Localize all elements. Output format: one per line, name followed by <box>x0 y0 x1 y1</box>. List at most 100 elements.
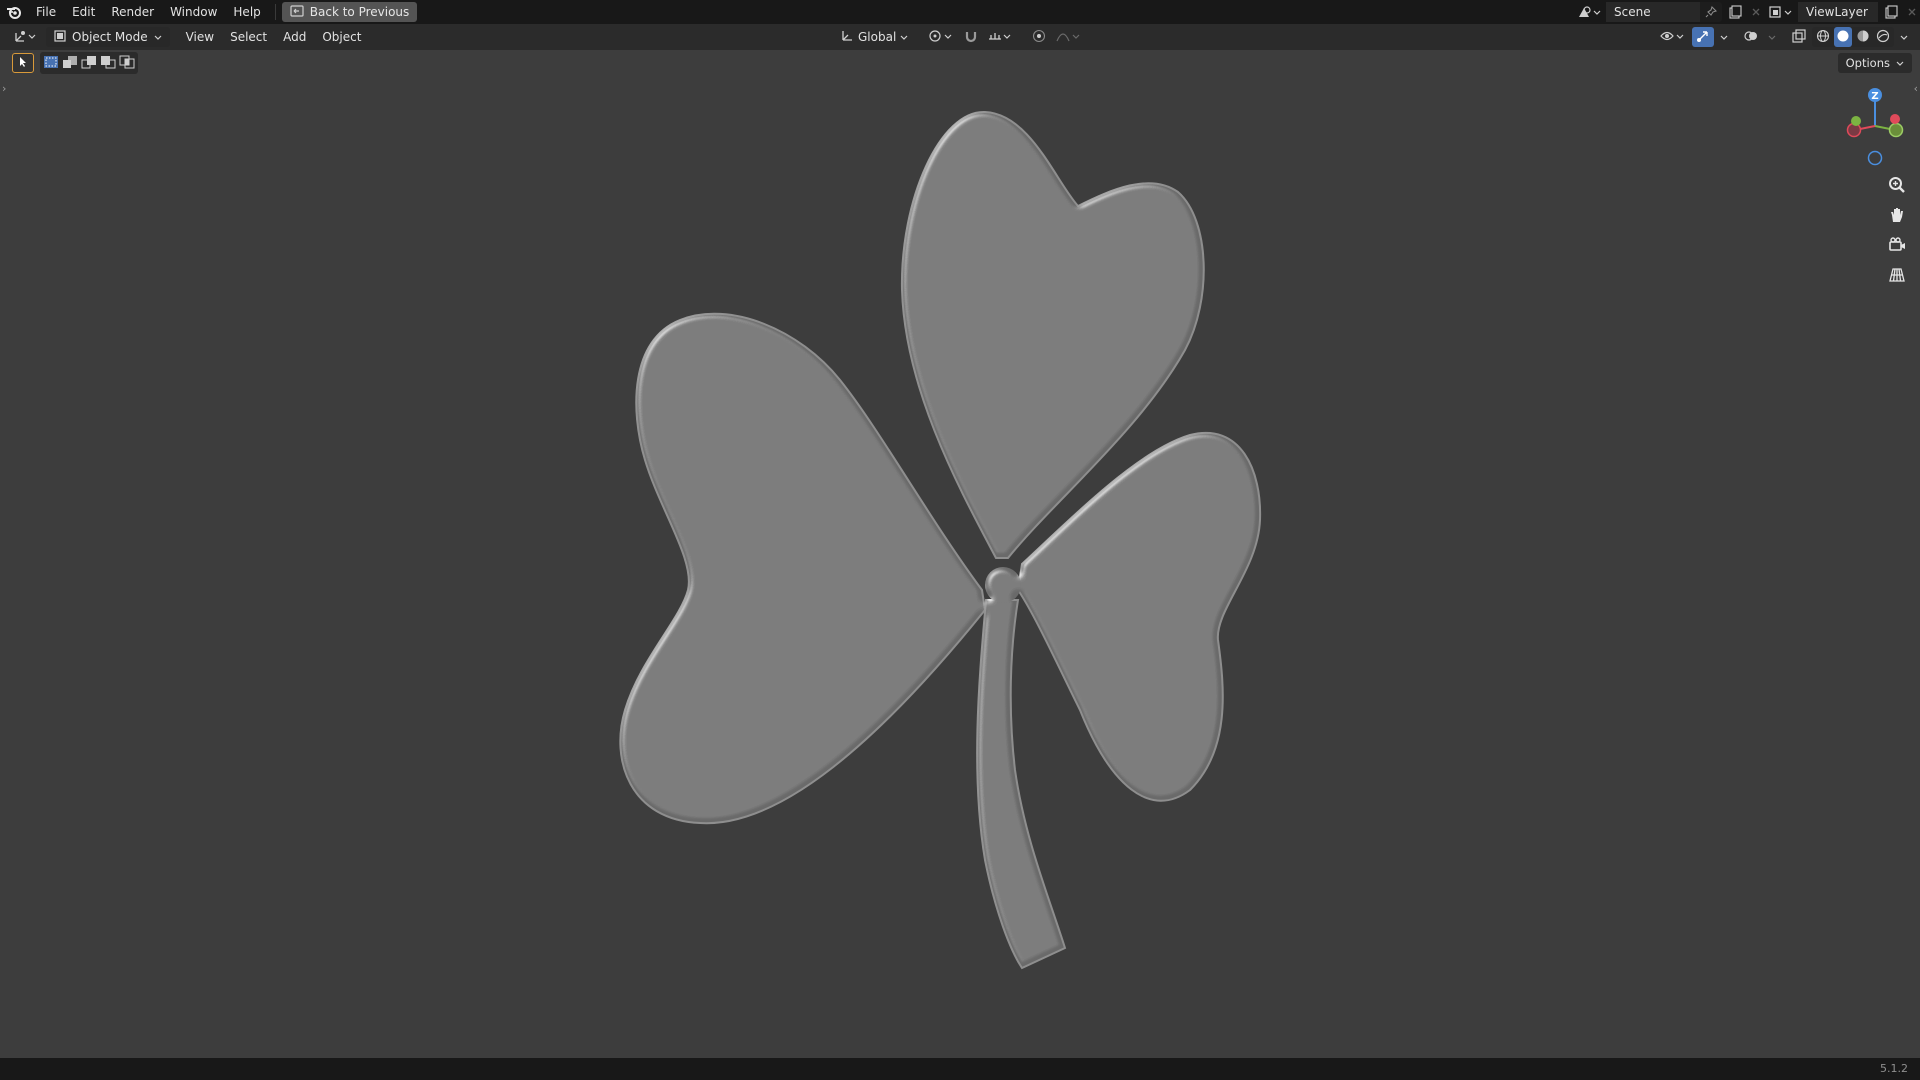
menu-divider <box>274 4 276 20</box>
gizmo-neg-y-axis <box>1851 116 1861 126</box>
tool-header-row <box>12 52 138 74</box>
menu-file[interactable]: File <box>28 0 64 24</box>
object-mode-dropdown[interactable]: Object Mode <box>46 27 170 47</box>
viewlayer-box: ViewLayer <box>1798 2 1878 22</box>
select-tool-button[interactable] <box>12 53 34 73</box>
overlays-icon <box>1744 29 1758 46</box>
select-extend-icon[interactable] <box>62 55 78 72</box>
chevron-down-icon <box>1900 30 1908 44</box>
scene-selector-icon[interactable] <box>1574 2 1604 22</box>
header-menu-select[interactable]: Select <box>222 30 275 44</box>
solid-sphere-icon <box>1836 29 1850 46</box>
scene-box: Scene <box>1606 2 1722 22</box>
gizmo-icon <box>1696 29 1710 46</box>
rendered-shading-button[interactable] <box>1874 27 1892 47</box>
snap-toggle[interactable] <box>960 27 982 47</box>
wireframe-sphere-icon <box>1816 29 1830 46</box>
viewport-display-tools <box>1656 26 1912 48</box>
shamrock-mesh[interactable] <box>0 50 1920 1058</box>
gizmo-neg-z-axis <box>1867 150 1883 166</box>
select-invert-icon[interactable] <box>100 55 116 72</box>
shamrock-shape[interactable] <box>619 110 1262 970</box>
viewlayer-name-field[interactable]: ViewLayer <box>1798 2 1878 22</box>
gizmo-toggle[interactable] <box>1692 27 1714 47</box>
grid-perspective-icon <box>1888 266 1906 287</box>
header-menu-add[interactable]: Add <box>275 30 314 44</box>
orientation-axes-icon <box>840 29 854 46</box>
viewport-header: Object Mode View Select Add Object Globa… <box>0 24 1920 50</box>
transform-tools: Global <box>836 26 1086 48</box>
blender-logo-icon[interactable] <box>0 0 28 24</box>
select-intersect-icon[interactable] <box>119 55 135 72</box>
material-preview-button[interactable] <box>1854 27 1872 47</box>
snap-target-dropdown[interactable] <box>984 27 1016 47</box>
wireframe-shading-button[interactable] <box>1814 27 1832 47</box>
camera-view-button[interactable] <box>1884 233 1910 259</box>
gizmo-dropdown[interactable] <box>1716 27 1732 47</box>
proportional-editing-toggle[interactable] <box>1028 27 1050 47</box>
falloff-curve-icon <box>1056 29 1082 46</box>
pin-icon[interactable] <box>1700 2 1722 22</box>
header-menu-view[interactable]: View <box>178 30 222 44</box>
proportional-icon <box>1032 29 1046 46</box>
xray-toggle[interactable] <box>1788 27 1810 47</box>
back-to-previous-label: Back to Previous <box>309 5 410 19</box>
chevron-down-icon <box>1720 30 1728 44</box>
menu-render[interactable]: Render <box>103 0 162 24</box>
hand-icon <box>1888 206 1906 227</box>
delete-scene-icon[interactable] <box>1748 2 1764 22</box>
pivot-icon <box>928 29 954 46</box>
3d-viewport[interactable]: › ‹ <box>0 50 1920 1058</box>
shading-dropdown[interactable] <box>1896 27 1912 47</box>
options-dropdown[interactable]: Options <box>1837 53 1912 73</box>
pan-button[interactable] <box>1884 203 1910 229</box>
gizmo-y-axis <box>1888 122 1904 138</box>
selectability-icon <box>1660 29 1686 46</box>
snap-increment-icon <box>988 29 1012 46</box>
perspective-toggle-button[interactable] <box>1884 263 1910 289</box>
overlays-toggle[interactable] <box>1740 27 1762 47</box>
status-bar: 5.1.2 <box>0 1058 1920 1080</box>
shading-mode-group <box>1812 27 1894 47</box>
viewlayer-selector-icon[interactable] <box>1766 2 1796 22</box>
magnet-icon <box>964 29 978 46</box>
top-menu-bar: File Edit Render Window Help Back to Pre… <box>0 0 1920 24</box>
select-new-icon[interactable] <box>43 55 59 72</box>
delete-viewlayer-icon[interactable] <box>1904 2 1920 22</box>
selection-mode-group <box>40 52 138 74</box>
right-panel-toggle-icon[interactable]: ‹ <box>1914 82 1918 95</box>
visibility-dropdown[interactable] <box>1656 27 1690 47</box>
material-sphere-icon <box>1856 29 1870 46</box>
editor-type-icon <box>14 29 38 46</box>
overlays-dropdown[interactable] <box>1764 27 1780 47</box>
new-viewlayer-icon[interactable] <box>1880 2 1902 22</box>
zoom-button[interactable] <box>1884 173 1910 199</box>
transform-orientation-dropdown[interactable]: Global <box>836 27 912 47</box>
scene-name-field[interactable]: Scene <box>1606 2 1700 22</box>
falloff-dropdown[interactable] <box>1052 27 1086 47</box>
cursor-select-icon <box>17 56 29 71</box>
menu-help[interactable]: Help <box>225 0 268 24</box>
zoom-magnifier-icon <box>1888 176 1906 197</box>
chevron-down-icon <box>900 30 908 44</box>
pivot-point-dropdown[interactable] <box>924 27 958 47</box>
menu-window[interactable]: Window <box>162 0 225 24</box>
back-to-previous-button[interactable]: Back to Previous <box>281 2 418 22</box>
options-label: Options <box>1845 56 1890 70</box>
solid-shading-button[interactable] <box>1834 27 1852 47</box>
top-right-controls: Scene ViewLayer <box>1574 0 1920 24</box>
gizmo-z-label: Z <box>1871 91 1878 102</box>
left-panel-toggle-icon[interactable]: › <box>2 82 6 95</box>
navigation-gizmo[interactable]: Z <box>1840 86 1910 170</box>
version-label: 5.1.2 <box>1880 1062 1908 1075</box>
menu-edit[interactable]: Edit <box>64 0 103 24</box>
header-menu-object[interactable]: Object <box>314 30 369 44</box>
camera-icon <box>1888 236 1906 257</box>
gizmo-x-axis <box>1890 114 1900 124</box>
transform-orientation-label: Global <box>858 30 897 44</box>
chevron-down-icon <box>1896 56 1904 70</box>
chevron-down-icon <box>154 30 162 44</box>
select-subtract-icon[interactable] <box>81 55 97 72</box>
new-scene-icon[interactable] <box>1724 2 1746 22</box>
editor-type-button[interactable] <box>10 27 42 47</box>
